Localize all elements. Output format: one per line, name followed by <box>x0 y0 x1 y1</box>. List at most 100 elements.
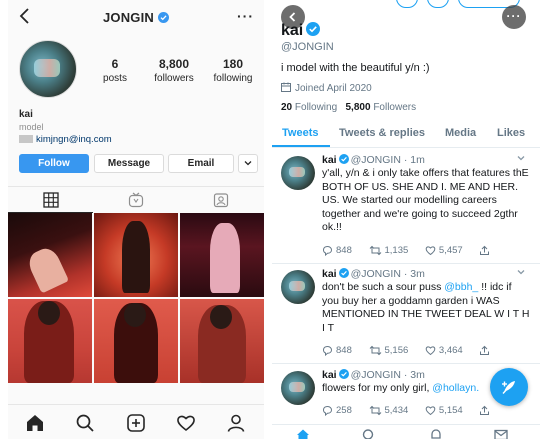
bio-name: kai <box>19 109 33 120</box>
search-icon[interactable] <box>362 428 376 439</box>
ig-profile-avatar[interactable] <box>19 40 77 98</box>
tab-tweets[interactable]: Tweets <box>282 127 318 139</box>
new-post-icon[interactable] <box>126 413 146 433</box>
compose-tweet-button[interactable] <box>490 368 528 406</box>
stat-posts[interactable]: 6 posts <box>84 57 146 84</box>
heart-icon[interactable] <box>176 413 196 433</box>
verified-badge-icon <box>338 154 349 164</box>
tab-tweets-replies[interactable]: Tweets & replies <box>339 127 425 139</box>
ig-top-bar: JONGIN ··· <box>8 0 264 34</box>
tab-igtv[interactable] <box>93 187 178 213</box>
tweet-actions: 848 5,156 3,464 <box>322 345 507 359</box>
share-button[interactable] <box>479 405 493 416</box>
retweet-icon <box>369 245 381 256</box>
retweet-button[interactable]: 5,156 <box>369 345 408 356</box>
share-icon <box>480 345 490 355</box>
like-button[interactable]: 5,154 <box>425 405 463 416</box>
chevron-down-icon[interactable] <box>516 153 526 163</box>
grid-photo[interactable] <box>8 213 92 297</box>
like-button[interactable]: 3,464 <box>425 345 463 356</box>
tab-tagged[interactable] <box>178 187 263 213</box>
grid-photo[interactable] <box>180 213 264 297</box>
grid-photo[interactable] <box>94 213 178 297</box>
notifications-bell-icon[interactable] <box>429 428 443 439</box>
tab-media[interactable]: Media <box>445 127 476 139</box>
verified-badge-icon <box>158 12 170 23</box>
share-icon <box>480 245 490 255</box>
reply-button[interactable]: 258 <box>322 405 352 416</box>
reply-button[interactable]: 848 <box>322 345 352 356</box>
photo-head <box>38 301 60 325</box>
heart-icon <box>425 246 436 256</box>
photo-figure <box>210 223 240 293</box>
tab-grid[interactable] <box>8 187 93 213</box>
home-icon[interactable] <box>296 428 310 439</box>
profile-tab-bar: Tweets Tweets & replies Media Likes <box>272 120 540 148</box>
reply-icon <box>322 245 333 256</box>
ig-bottom-nav <box>8 404 264 439</box>
mention-link[interactable]: @hollayn. <box>432 382 479 394</box>
share-button[interactable] <box>479 345 493 356</box>
verified-badge-icon <box>306 22 321 36</box>
chevron-down-icon[interactable] <box>516 267 526 277</box>
profile-action-pill[interactable] <box>427 0 449 8</box>
chevron-down-icon <box>244 161 252 166</box>
photo-figure <box>122 221 150 293</box>
followers-link[interactable]: 5,800 Followers <box>346 102 417 113</box>
grid-photo[interactable] <box>8 299 92 383</box>
follow-counts: 20 Following 5,800 Followers <box>281 102 416 113</box>
ig-profile-tabs <box>8 186 264 213</box>
photo-figure <box>24 244 70 294</box>
profile-icon[interactable] <box>226 413 246 433</box>
grid-photo[interactable] <box>180 299 264 383</box>
email-button[interactable]: Email <box>168 154 234 173</box>
stat-following[interactable]: 180 following <box>202 57 264 84</box>
reply-button[interactable]: 848 <box>322 245 352 256</box>
profile-handle: @JONGIN <box>281 41 334 53</box>
mention-link[interactable]: @bbh_ <box>444 281 478 293</box>
grid-icon <box>42 191 59 208</box>
message-button[interactable]: Message <box>94 154 164 173</box>
share-button[interactable] <box>479 245 493 256</box>
twitter-profile-panel: ··· kai @JONGIN i model with the beautif… <box>272 0 540 439</box>
home-icon[interactable] <box>25 413 45 433</box>
following-link[interactable]: 20 Following <box>281 102 337 113</box>
messages-envelope-icon[interactable] <box>494 428 508 439</box>
heart-icon <box>425 346 436 356</box>
retweet-button[interactable]: 5,434 <box>369 405 408 416</box>
igtv-icon <box>128 192 143 208</box>
share-icon <box>480 405 490 415</box>
tweet[interactable]: kai @JONGIN · 3m don't be such a sour pus… <box>272 264 540 364</box>
tweet[interactable]: kai @JONGIN · 1m y'all, y/n & i only take… <box>272 150 540 264</box>
photo-head <box>210 305 232 329</box>
more-options-icon[interactable]: ··· <box>237 8 254 24</box>
verified-badge-icon <box>338 369 349 379</box>
ig-photo-grid <box>8 213 264 385</box>
tweet-avatar[interactable] <box>281 270 315 304</box>
profile-name: kai <box>281 22 321 40</box>
tweet-header: kai @JONGIN · 3m <box>322 268 425 280</box>
tweet-actions: 848 1,135 5,457 <box>322 245 507 259</box>
more-options-button[interactable]: ··· <box>502 5 526 29</box>
joined-date: Joined April 2020 <box>281 82 372 94</box>
grid-photo[interactable] <box>94 299 178 383</box>
tweet-text: don't be such a sour puss @bbh_ !! idc i… <box>322 281 530 334</box>
instagram-profile-panel: JONGIN ··· 6 posts 8,800 followers 180 f… <box>8 0 264 439</box>
bio-email-link[interactable]: kimjngn@inq.com <box>19 134 112 145</box>
retweet-button[interactable]: 1,135 <box>369 245 408 256</box>
suggested-dropdown-button[interactable] <box>238 154 258 173</box>
mail-icon <box>19 135 33 143</box>
retweet-icon <box>369 405 381 416</box>
tagged-photos-icon <box>213 193 228 208</box>
calendar-icon <box>281 82 291 92</box>
tweet-text: y'all, y/n & i only take offers that fea… <box>322 167 529 233</box>
profile-action-pill[interactable] <box>396 0 418 8</box>
stat-followers[interactable]: 8,800 followers <box>143 57 205 84</box>
like-button[interactable]: 5,457 <box>425 245 463 256</box>
tweet-avatar[interactable] <box>281 156 315 190</box>
tweet-avatar[interactable] <box>281 371 315 405</box>
follow-button[interactable]: Follow <box>19 154 89 173</box>
search-icon[interactable] <box>75 413 95 433</box>
tab-likes[interactable]: Likes <box>497 127 525 139</box>
tweet-header: kai @JONGIN · 1m <box>322 154 425 166</box>
